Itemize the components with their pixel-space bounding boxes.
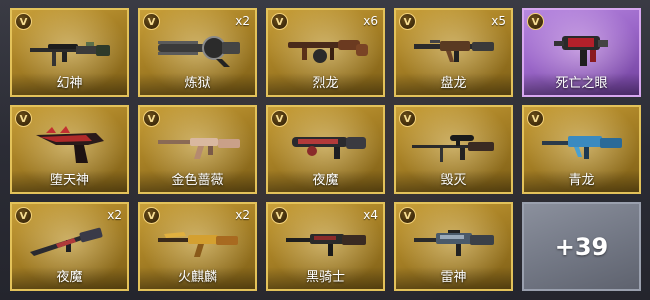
weapon-name: 黑骑士 [268, 267, 383, 289]
weapon-name: 炼狱 [140, 73, 255, 95]
weapon-name: 烈龙 [268, 73, 383, 95]
m4-rifle-icon [414, 230, 494, 256]
weapon-card[interactable]: V x2 炼狱 [138, 8, 257, 97]
weapon-name: 幻神 [12, 73, 127, 95]
sniper-rifle-icon [412, 135, 494, 162]
weapon-card[interactable]: V x2 夜魔 [10, 202, 129, 291]
weapon-card[interactable]: V 死亡之眼 [522, 8, 641, 97]
inventory-panel: V 幻神 V x2 炼狱 V x6 烈龙 V x5 盘龙 V 死亡之眼 V 堕天… [0, 0, 650, 300]
smg-icon [554, 36, 608, 66]
weapon-name: 火麒麟 [140, 267, 255, 289]
weapon-name: 毁灭 [396, 170, 511, 192]
shotgun-icon [292, 137, 366, 159]
weapon-card[interactable]: V 金色蔷薇 [138, 105, 257, 194]
weapon-name: 夜魔 [12, 267, 127, 289]
sniper-rifle-icon [30, 42, 110, 66]
weapon-card[interactable]: V 毁灭 [394, 105, 513, 194]
weapon-card[interactable]: V 青龙 [522, 105, 641, 194]
weapon-name: 夜魔 [268, 170, 383, 192]
weapon-card[interactable]: V 夜魔 [266, 105, 385, 194]
ak-rifle-icon [158, 232, 238, 257]
weapon-card[interactable]: V 幻神 [10, 8, 129, 97]
weapon-name: 金色蔷薇 [140, 170, 255, 192]
assault-rifle-icon [414, 40, 494, 62]
weapon-card[interactable]: V x2 火麒麟 [138, 202, 257, 291]
tommy-gun-icon [288, 40, 368, 63]
weapon-card[interactable]: V 雷神 [394, 202, 513, 291]
assault-rifle-icon [286, 234, 366, 256]
weapon-name: 雷神 [396, 267, 511, 289]
gatling-gun-icon [158, 36, 240, 67]
weapon-name: 堕天神 [12, 170, 127, 192]
weapon-card[interactable]: V x6 烈龙 [266, 8, 385, 97]
weapon-name: 青龙 [524, 170, 639, 192]
weapon-name: 盘龙 [396, 73, 511, 95]
heavy-pistol-icon [36, 126, 104, 163]
more-count: +39 [554, 232, 609, 261]
weapon-grid: V 幻神 V x2 炼狱 V x6 烈龙 V x5 盘龙 V 死亡之眼 V 堕天… [10, 8, 641, 291]
weapon-card[interactable]: V x5 盘龙 [394, 8, 513, 97]
assault-rifle-icon [30, 227, 103, 256]
weapon-card[interactable]: V 堕天神 [10, 105, 129, 194]
ak-rifle-icon [158, 138, 240, 159]
weapon-card[interactable]: V x4 黑骑士 [266, 202, 385, 291]
assault-rifle-icon [542, 136, 622, 159]
weapon-name: 死亡之眼 [524, 73, 639, 95]
more-items-tile[interactable]: +39 [522, 202, 641, 291]
